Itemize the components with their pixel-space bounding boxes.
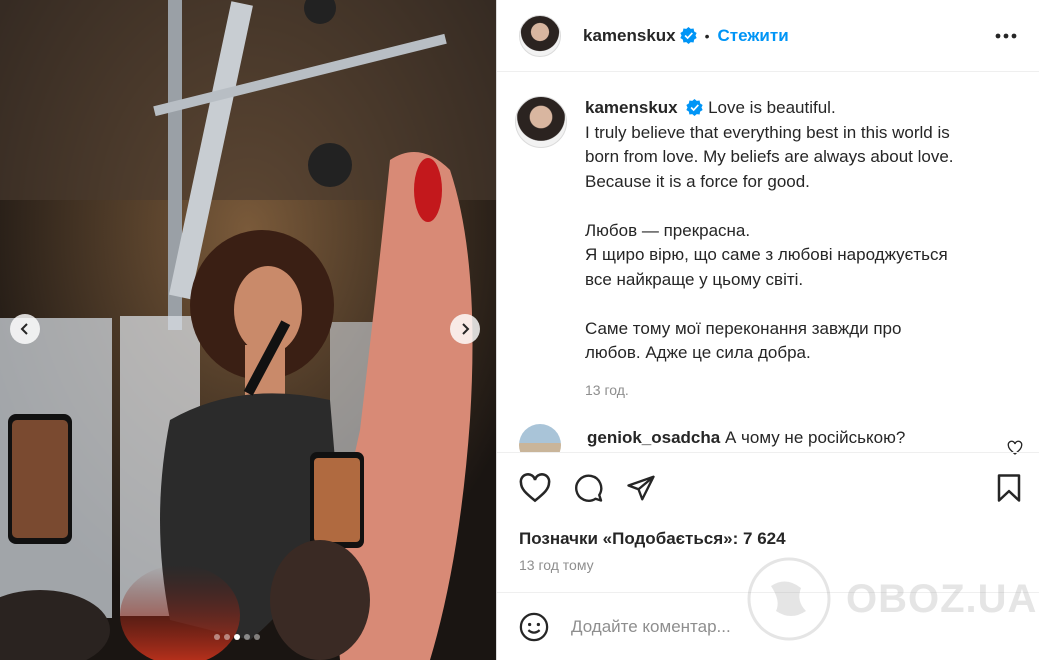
chevron-right-icon — [462, 323, 470, 335]
concert-photo — [0, 0, 496, 660]
like-button[interactable] — [519, 473, 551, 508]
caption-timestamp[interactable]: 13 год. — [585, 378, 1015, 403]
share-icon — [627, 475, 655, 501]
commenter-avatar[interactable] — [519, 424, 561, 452]
carousel-dot — [254, 634, 260, 640]
carousel-dot — [234, 634, 240, 640]
carousel-indicator — [214, 634, 260, 640]
verified-badge-icon — [686, 99, 704, 116]
save-button[interactable] — [996, 473, 1022, 508]
emoji-icon[interactable] — [519, 612, 549, 642]
caption-avatar[interactable] — [515, 96, 567, 148]
comment-item: geniok_osadcha А чому не російською? — [519, 424, 1029, 452]
header-separator: • — [704, 27, 710, 44]
comment-text: geniok_osadcha А чому не російською? — [587, 424, 905, 452]
more-options-icon[interactable] — [994, 26, 1018, 46]
carousel-dot — [224, 634, 230, 640]
heart-icon — [519, 473, 551, 503]
avatar[interactable] — [519, 14, 561, 57]
comment-button[interactable] — [573, 473, 604, 508]
bookmark-icon — [997, 474, 1021, 502]
comment-icon — [575, 474, 603, 502]
caption-line: все найкраще у цьому світі. — [585, 269, 804, 289]
carousel-dot — [244, 634, 250, 640]
verified-badge-icon — [679, 27, 697, 44]
caption-line: I truly believe that everything best in … — [585, 122, 950, 142]
carousel-next-button[interactable] — [450, 314, 480, 344]
caption-line: Я щиро вірю, що саме з любові народжуєть… — [585, 245, 948, 264]
watermark-text: OBOZ.UA — [846, 576, 1038, 621]
commenter-username[interactable]: geniok_osadcha — [587, 428, 720, 447]
carousel-dot — [214, 634, 220, 640]
share-button[interactable] — [626, 473, 656, 508]
comment-body: А чому не російською? — [724, 428, 906, 447]
likes-count[interactable]: Позначки «Подобається»: 7 624 — [519, 529, 786, 549]
caption-line: born from love. My beliefs are always ab… — [585, 147, 954, 166]
chevron-left-icon — [20, 323, 28, 335]
carousel-prev-button[interactable] — [10, 314, 40, 344]
post-photo — [0, 0, 496, 660]
caption-line: kamenskux Love is beautiful. — [585, 96, 1015, 121]
action-icons — [519, 473, 656, 508]
caption-username[interactable]: kamenskux — [585, 98, 678, 117]
globe-logo-icon — [747, 557, 831, 641]
caption-body: kamenskux Love is beautiful. I truly bel… — [585, 96, 1015, 402]
post-header: kamenskux • Стежити — [497, 0, 1039, 72]
caption-first-line: Love is beautiful. — [708, 98, 836, 117]
follow-button[interactable]: Стежити — [718, 26, 789, 46]
caption-line: любов. Адже це сила добра. — [585, 343, 811, 362]
post-caption: kamenskux Love is beautiful. I truly bel… — [515, 96, 1025, 402]
post-timestamp[interactable]: 13 год тому — [519, 557, 594, 573]
caption-line: Любов — прекрасна. — [585, 220, 751, 240]
caption-line: Саме тому мої переконання завжди про — [585, 318, 902, 338]
author-username[interactable]: kamenskux — [583, 26, 676, 46]
caption-line: Because it is a force for good. — [585, 171, 810, 191]
watermark: OBOZ.UA — [746, 556, 1037, 642]
